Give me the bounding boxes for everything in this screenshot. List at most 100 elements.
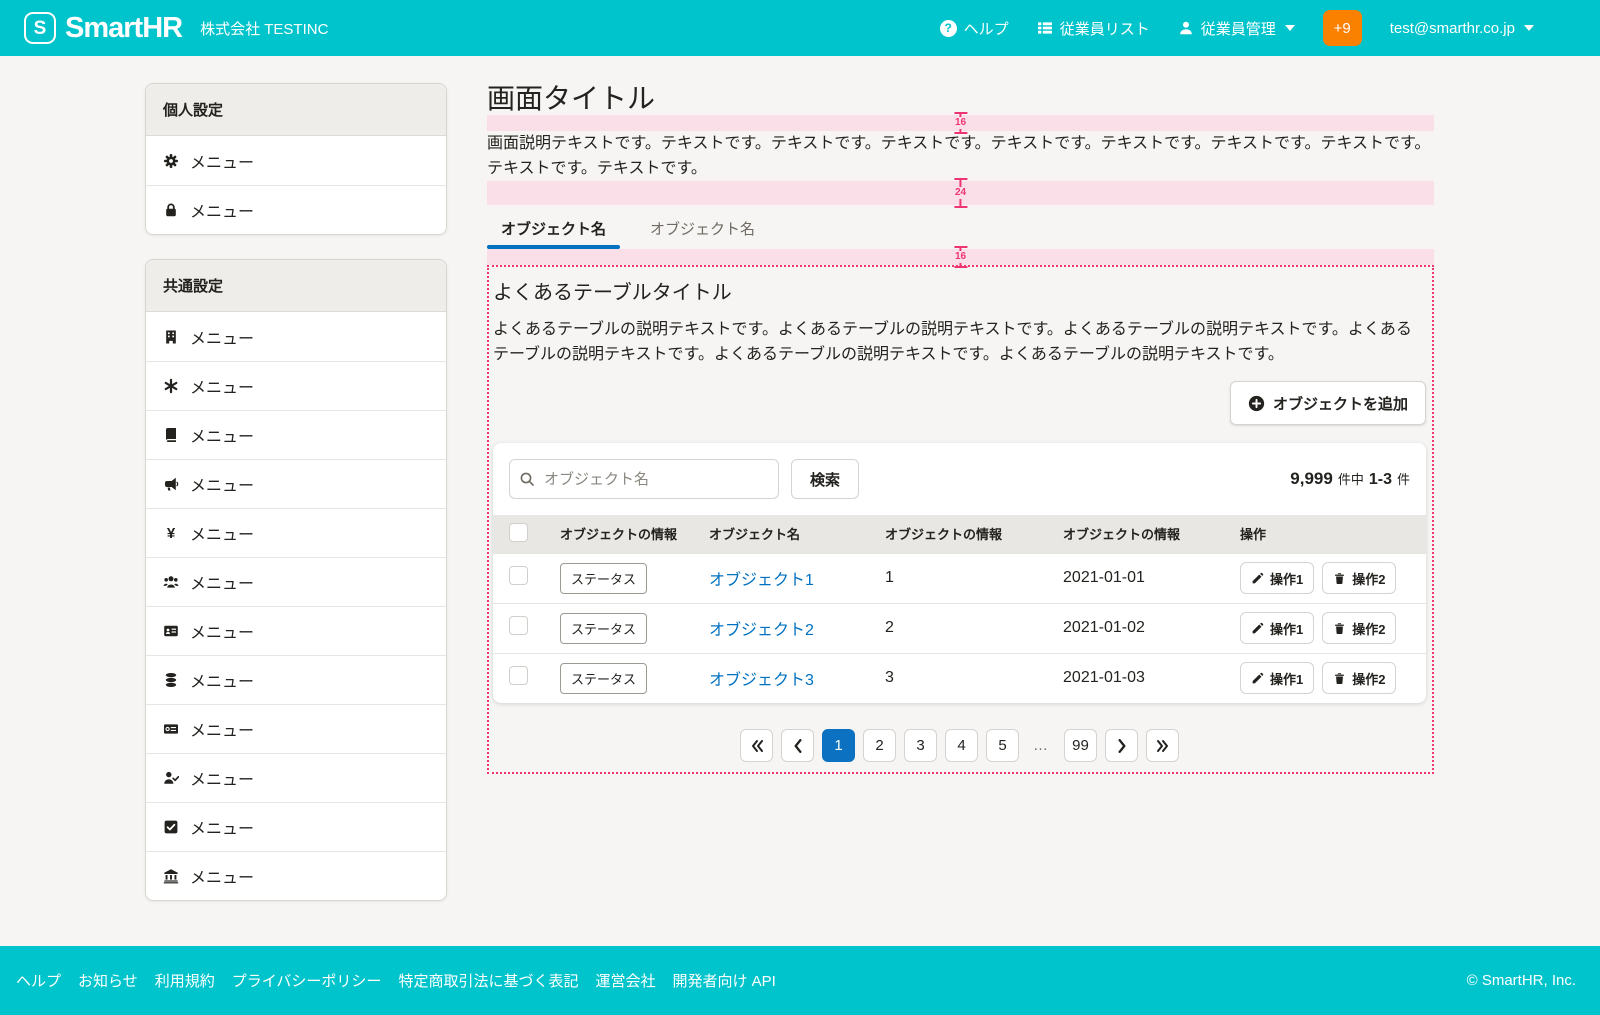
first-page-button[interactable] [740,729,773,762]
page-button-1[interactable]: 1 [822,729,855,762]
sidebar-item-menu[interactable]: メニュー [146,753,446,802]
help-link[interactable]: ? ヘルプ [940,18,1009,39]
search-icon [519,471,535,487]
next-page-button[interactable] [1105,729,1138,762]
action2-button[interactable]: 操作2 [1322,662,1396,694]
action1-button[interactable]: 操作1 [1240,562,1314,594]
header-nav: ? ヘルプ 従業員リスト 従業員管理 +9 test@smarthr.co.jp [940,10,1534,46]
notification-badge[interactable]: +9 [1323,10,1362,46]
id-card-icon [163,623,179,639]
page-button-5[interactable]: 5 [986,729,1019,762]
column-header: オブジェクト名 [693,515,869,553]
object-link[interactable]: オブジェクト1 [709,572,814,589]
sidebar-item-menu[interactable]: メニュー [146,410,446,459]
search-button[interactable]: 検索 [791,459,859,499]
sidebar-item-menu[interactable]: メニュー [146,704,446,753]
account-dropdown[interactable]: test@smarthr.co.jp [1390,20,1534,37]
page-button-2[interactable]: 2 [863,729,896,762]
table-card: 検索 9,999 件中 1-3 件 オブジェクトの情報 オブジェクト名 [493,443,1426,703]
sidebar-item-menu[interactable]: メニュー [146,557,446,606]
status-badge: ステータス [560,563,647,594]
user-check-icon [163,770,179,786]
sidebar-item-menu[interactable]: メニュー [146,185,446,234]
status-badge: ステータス [560,613,647,644]
row-checkbox[interactable] [509,566,528,585]
tab-bar: オブジェクト名 オブジェクト名 [487,205,1434,249]
sidebar-item-menu[interactable]: メニュー [146,655,446,704]
select-all-checkbox[interactable] [509,523,528,542]
tab-object-2[interactable]: オブジェクト名 [636,205,769,249]
footer-link-commerce-law[interactable]: 特定商取引法に基づく表記 [398,970,578,991]
plus-circle-icon [1248,395,1265,412]
prev-page-button[interactable] [781,729,814,762]
footer-link-news[interactable]: お知らせ [78,970,138,991]
help-icon: ? [940,20,957,37]
footer-link-developer-api[interactable]: 開発者向け API [672,970,775,991]
column-header: オブジェクトの情報 [1047,515,1224,553]
row-checkbox[interactable] [509,666,528,685]
sidebar-section-common: 共通設定 メニュー メニュー [145,259,447,901]
sidebar-item-menu[interactable]: メニュー [146,136,446,185]
main-content: 画面タイトル 16 画面説明テキストです。テキストです。テキストです。テキストで… [487,83,1434,946]
smarthr-logo[interactable]: S SmartHR [24,12,182,45]
users-icon [163,574,179,590]
sidebar-section-title: 個人設定 [146,84,446,136]
search-input[interactable] [509,459,779,499]
add-object-button[interactable]: オブジェクトを追加 [1230,381,1426,425]
common-table-section: よくあるテーブルタイトル よくあるテーブルの説明テキストです。よくあるテーブルの… [487,265,1434,774]
sidebar-item-menu[interactable]: メニュー [146,851,446,900]
square-check-icon [163,819,179,835]
smarthr-logo-icon: S [24,12,56,44]
column-header: オブジェクトの情報 [544,515,693,553]
brand-name: SmartHR [65,12,182,45]
object-info-value: 3 [869,653,1047,703]
gear-icon [163,153,179,169]
row-checkbox[interactable] [509,616,528,635]
sidebar-item-menu[interactable]: メニュー [146,312,446,361]
sidebar-item-menu[interactable]: メニュー [146,802,446,851]
action1-button[interactable]: 操作1 [1240,612,1314,644]
action2-button[interactable]: 操作2 [1322,562,1396,594]
footer-link-help[interactable]: ヘルプ [16,970,61,991]
chevron-down-icon [1285,25,1295,31]
database-icon [163,672,179,688]
sidebar-item-menu[interactable]: ¥ メニュー [146,508,446,557]
object-link[interactable]: オブジェクト2 [709,622,814,639]
footer-link-operator[interactable]: 運営会社 [595,970,655,991]
pencil-icon [1251,622,1264,635]
trash-icon [1333,672,1346,685]
table-section-title: よくあるテーブルタイトル [493,279,1426,307]
pagination: 1 2 3 4 5 … 99 [493,729,1426,762]
table-row: ステータス オブジェクト2 2 2021-01-02 操作1 [493,603,1426,653]
chevron-down-icon [1524,25,1534,31]
object-info-value: 1 [869,553,1047,603]
page-button-99[interactable]: 99 [1064,729,1097,762]
page-description: 画面説明テキストです。テキストです。テキストです。テキストです。テキストです。テ… [487,131,1434,181]
sidebar-item-menu[interactable]: メニュー [146,361,446,410]
employee-admin-dropdown[interactable]: 従業員管理 [1178,18,1295,39]
spacing-marker-16: 16 [487,249,1434,265]
table-header-row: オブジェクトの情報 オブジェクト名 オブジェクトの情報 オブジェクトの情報 操作 [493,515,1426,553]
footer-link-privacy[interactable]: プライバシーポリシー [232,970,382,991]
trash-icon [1333,572,1346,585]
pencil-icon [1251,572,1264,585]
last-page-button[interactable] [1146,729,1179,762]
page-button-4[interactable]: 4 [945,729,978,762]
column-header: オブジェクトの情報 [869,515,1047,553]
sidebar-item-menu[interactable]: メニュー [146,606,446,655]
page-title: 画面タイトル [487,83,1434,115]
object-link[interactable]: オブジェクト3 [709,672,814,689]
page-button-3[interactable]: 3 [904,729,937,762]
action1-button[interactable]: 操作1 [1240,662,1314,694]
action2-button[interactable]: 操作2 [1322,612,1396,644]
chevron-left-icon [791,739,805,753]
footer-link-terms[interactable]: 利用規約 [155,970,215,991]
table-row: ステータス オブジェクト3 3 2021-01-03 操作1 [493,653,1426,703]
content-area: 個人設定 メニュー メニュー 共通 [0,56,1600,946]
tab-object-1[interactable]: オブジェクト名 [487,205,620,249]
employee-list-link[interactable]: 従業員リスト [1037,18,1150,39]
status-badge: ステータス [560,663,647,694]
sidebar-section-personal: 個人設定 メニュー メニュー [145,83,447,235]
object-info-date: 2021-01-02 [1047,603,1224,653]
sidebar-item-menu[interactable]: メニュー [146,459,446,508]
